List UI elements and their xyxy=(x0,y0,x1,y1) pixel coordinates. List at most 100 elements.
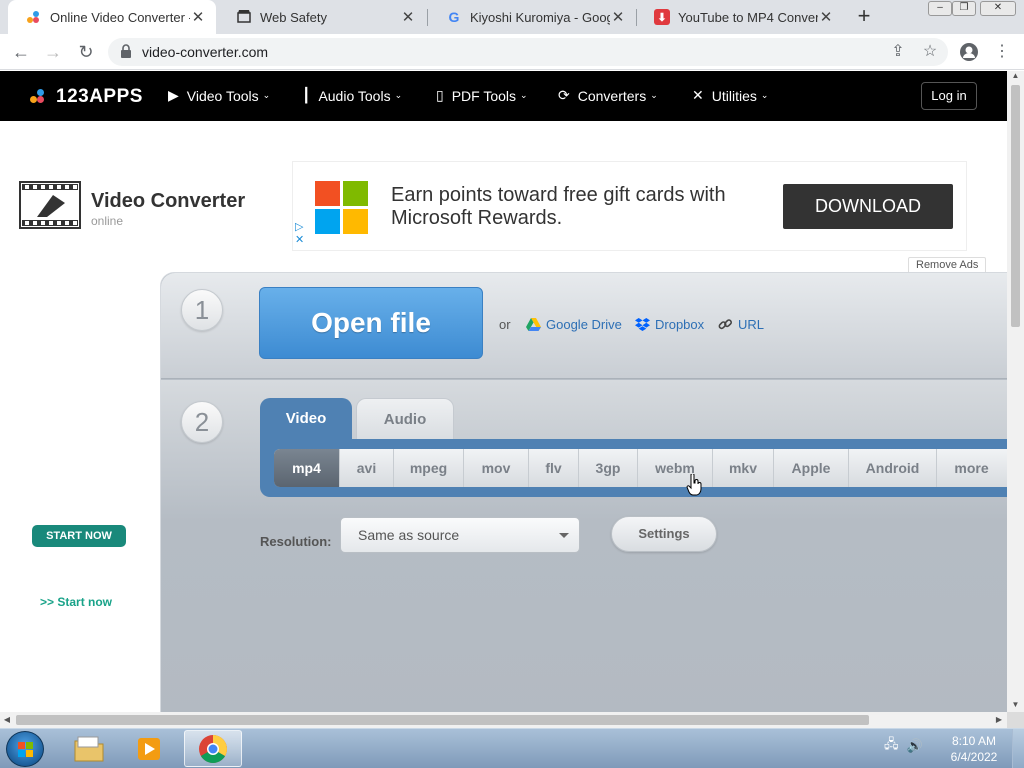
reload-icon[interactable]: ↻ xyxy=(73,40,99,64)
ad-download-button[interactable]: DOWNLOAD xyxy=(783,184,953,229)
nav-audio-tools[interactable]: ┃ Audio Tools ⌄ xyxy=(302,87,402,104)
vertical-scrollbar[interactable]: ▲ ▼ xyxy=(1007,71,1024,712)
taskbar-chrome[interactable] xyxy=(184,730,242,767)
settings-button[interactable]: Settings xyxy=(611,516,717,552)
app-subtitle: online xyxy=(91,214,124,228)
close-tab-icon[interactable]: ✕ xyxy=(190,8,206,26)
resolution-select[interactable]: Same as source xyxy=(340,517,580,553)
app-branding: Video Converter online xyxy=(19,181,245,229)
start-now-link[interactable]: >> Start now xyxy=(40,595,112,609)
restore-icon[interactable]: ❐ xyxy=(952,1,976,16)
horizontal-scroll-thumb[interactable] xyxy=(16,715,869,725)
clapperboard-icon xyxy=(236,9,252,25)
format-apple[interactable]: Apple xyxy=(774,449,849,487)
nav-pdf-tools[interactable]: ▯ PDF Tools ⌄ xyxy=(436,87,528,104)
adchoices-icon[interactable]: ▷ ✕ xyxy=(295,221,304,247)
format-avi[interactable]: avi xyxy=(340,449,394,487)
scrollbar-corner xyxy=(1007,712,1024,728)
tab-video[interactable]: Video xyxy=(260,398,352,440)
123apps-favicon-icon xyxy=(26,9,42,25)
nav-label: Utilities xyxy=(711,87,757,104)
nav-label: PDF Tools xyxy=(451,87,517,104)
clock-date: 6/4/2022 xyxy=(950,750,998,764)
download-icon: ⬇ xyxy=(654,9,670,25)
format-android[interactable]: Android xyxy=(849,449,937,487)
format-mp4[interactable]: mp4 xyxy=(274,449,340,487)
resolution-label: Resolution: xyxy=(260,534,332,549)
step-1-section: 1 Open file or Google Drive Dropbox URL xyxy=(161,273,1007,379)
new-tab-button[interactable]: + xyxy=(852,4,876,30)
menu-kebab-icon[interactable]: ⋮ xyxy=(990,40,1014,64)
step-2-section: 2 Video Audio mp4 avi mpeg mov flv 3gp w… xyxy=(161,380,1007,712)
scroll-down-icon[interactable]: ▼ xyxy=(1007,700,1024,712)
horizontal-scrollbar[interactable]: ◀ ▶ xyxy=(0,712,1007,728)
minimize-icon[interactable]: – xyxy=(928,1,952,16)
media-player-icon xyxy=(138,737,160,760)
close-tab-icon[interactable]: ✕ xyxy=(818,8,834,26)
clock-time: 8:10 AM xyxy=(951,734,997,748)
nav-converters[interactable]: ⟳ Converters ⌄ xyxy=(558,87,658,104)
url-text: video-converter.com xyxy=(142,44,269,60)
open-file-button[interactable]: Open file xyxy=(259,287,483,359)
resolution-value: Same as source xyxy=(358,527,460,543)
format-3gp[interactable]: 3gp xyxy=(579,449,638,487)
format-mpeg[interactable]: mpeg xyxy=(394,449,464,487)
format-flv[interactable]: flv xyxy=(529,449,579,487)
google-drive-link[interactable]: Google Drive xyxy=(526,317,622,332)
volume-icon[interactable]: 🔊 xyxy=(907,738,923,754)
step-2-number: 2 xyxy=(181,401,223,443)
advertisement-banner[interactable]: Earn points toward free gift cards with … xyxy=(292,161,967,251)
tab-audio[interactable]: Audio xyxy=(356,398,454,440)
page-viewport: 123APPS ▶ Video Tools ⌄ ┃ Audio Tools ⌄ … xyxy=(0,71,1007,712)
close-window-icon[interactable]: ✕ xyxy=(980,1,1016,16)
url-label: URL xyxy=(738,317,765,332)
format-mov[interactable]: mov xyxy=(464,449,529,487)
login-button[interactable]: Log in xyxy=(921,82,977,110)
google-icon: G xyxy=(448,9,460,25)
windows-logo-icon xyxy=(18,742,33,757)
tab-title: Web Safety xyxy=(260,9,327,25)
dropbox-link[interactable]: Dropbox xyxy=(635,317,704,332)
microsoft-logo-icon xyxy=(315,181,368,234)
nav-label: Converters xyxy=(577,87,647,104)
scroll-left-icon[interactable]: ◀ xyxy=(0,712,14,728)
share-icon[interactable]: ⇪ xyxy=(886,40,910,64)
close-tab-icon[interactable]: ✕ xyxy=(400,8,416,26)
profile-icon[interactable] xyxy=(957,40,981,64)
back-arrow-icon[interactable]: ← xyxy=(8,40,34,64)
start-now-button[interactable]: START NOW xyxy=(32,525,126,547)
scroll-up-icon[interactable]: ▲ xyxy=(1007,71,1024,83)
taskbar-clock[interactable]: 8:10 AM 6/4/2022 xyxy=(948,733,1000,765)
browser-tab-web-safety[interactable]: Web Safety ✕ xyxy=(218,0,426,34)
format-bar: mp4 avi mpeg mov flv 3gp webm mkv Apple … xyxy=(260,439,1007,497)
nav-label: Video Tools xyxy=(186,87,259,104)
nav-video-tools[interactable]: ▶ Video Tools ⌄ xyxy=(168,87,270,104)
dropbox-label: Dropbox xyxy=(655,317,705,332)
close-tab-icon[interactable]: ✕ xyxy=(610,8,626,26)
format-more[interactable]: more xyxy=(937,449,1006,487)
tools-icon: ✕ xyxy=(692,87,704,103)
nav-utilities[interactable]: ✕ Utilities ⌄ xyxy=(692,87,768,104)
taskbar-media-player[interactable] xyxy=(120,730,178,767)
browser-tab-google[interactable]: G Kiyoshi Kuromiya - Google ✕ xyxy=(428,0,636,34)
show-desktop-button[interactable] xyxy=(1012,729,1024,768)
browser-tab-video-converter[interactable]: Online Video Converter - C ✕ xyxy=(8,0,216,34)
dropdown-arrow-icon xyxy=(559,533,569,538)
address-bar[interactable]: video-converter.com xyxy=(108,38,948,66)
vertical-scroll-thumb[interactable] xyxy=(1011,85,1020,327)
logo-123apps[interactable]: 123APPS xyxy=(30,86,143,108)
google-drive-icon xyxy=(526,318,541,331)
browser-tab-youtube-mp4[interactable]: ⬇ YouTube to MP4 Converter ✕ xyxy=(636,0,844,34)
network-icon[interactable]: 🖧 xyxy=(884,735,899,757)
dropbox-icon xyxy=(635,317,650,331)
bookmark-star-icon[interactable]: ☆ xyxy=(918,40,942,64)
scroll-right-icon[interactable]: ▶ xyxy=(992,712,1006,728)
url-link[interactable]: URL xyxy=(718,317,764,332)
forward-arrow-icon[interactable]: → xyxy=(40,40,66,64)
taskbar-file-explorer[interactable] xyxy=(60,730,118,767)
windows-start-button[interactable] xyxy=(6,731,44,767)
google-drive-label: Google Drive xyxy=(546,317,622,332)
site-navbar: 123APPS ▶ Video Tools ⌄ ┃ Audio Tools ⌄ … xyxy=(0,71,1007,121)
logo-dots-icon xyxy=(30,88,52,106)
format-mkv[interactable]: mkv xyxy=(713,449,774,487)
